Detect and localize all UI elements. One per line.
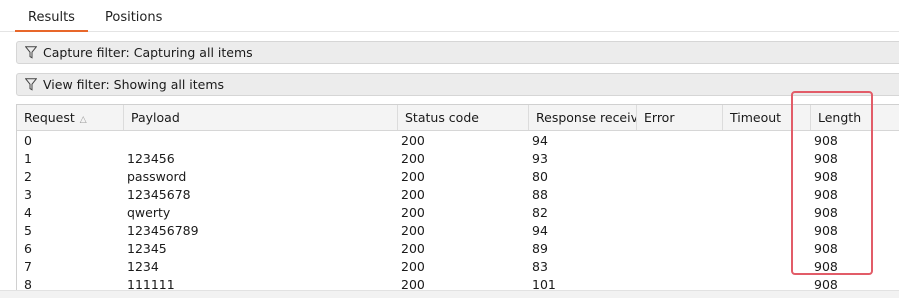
cell-payload: 123456789	[127, 223, 199, 238]
table-row[interactable]: 7 1234 200 83 908	[17, 258, 899, 276]
cell-payload: qwerty	[127, 205, 171, 220]
cell-request: 7	[24, 259, 32, 274]
cell-request: 5	[24, 223, 32, 238]
column-header-status-code[interactable]: Status code	[398, 105, 529, 130]
funnel-icon	[25, 46, 37, 59]
cell-request: 4	[24, 205, 32, 220]
column-header-response-received[interactable]: Response receiv…	[529, 105, 637, 130]
cell-response-received: 94	[532, 133, 548, 148]
tab-bar: Results Positions	[0, 0, 899, 32]
column-header-timeout[interactable]: Timeout	[723, 105, 811, 130]
cell-request: 6	[24, 241, 32, 256]
cell-response-received: 82	[532, 205, 548, 220]
cell-response-received: 83	[532, 259, 548, 274]
cell-status-code: 200	[401, 187, 425, 202]
capture-filter-label: Capture filter: Capturing all items	[43, 45, 253, 60]
cell-length: 908	[814, 205, 838, 220]
cell-status-code: 200	[401, 241, 425, 256]
cell-request: 2	[24, 169, 32, 184]
cell-payload: 1234	[127, 259, 159, 274]
cell-length: 908	[814, 223, 838, 238]
view-filter-label: View filter: Showing all items	[43, 77, 225, 92]
table-header: Request △ Payload Status code Response re…	[17, 105, 899, 131]
cell-response-received: 93	[532, 151, 548, 166]
sort-ascending-icon: △	[79, 115, 87, 125]
table-row[interactable]: 6 12345 200 89 908	[17, 240, 899, 258]
cell-length: 908	[814, 151, 838, 166]
table-row[interactable]: 1 123456 200 93 908	[17, 150, 899, 168]
results-table: Request △ Payload Status code Response re…	[16, 104, 899, 296]
column-header-payload[interactable]: Payload	[124, 105, 398, 130]
cell-status-code: 200	[401, 169, 425, 184]
cell-response-received: 80	[532, 169, 548, 184]
table-row[interactable]: 0 200 94 908	[17, 132, 899, 150]
cell-status-code: 200	[401, 205, 425, 220]
cell-response-received: 94	[532, 223, 548, 238]
cell-payload: 12345678	[127, 187, 191, 202]
funnel-icon	[25, 78, 37, 91]
table-row[interactable]: 4 qwerty 200 82 908	[17, 204, 899, 222]
cell-status-code: 200	[401, 151, 425, 166]
table-body: 0 200 94 908 1 123456 200 93 908 2 password 200 80 90…	[17, 132, 899, 294]
table-row[interactable]: 3 12345678 200 88 908	[17, 186, 899, 204]
cell-payload: password	[127, 169, 187, 184]
cell-payload: 123456	[127, 151, 175, 166]
cell-length: 908	[814, 241, 838, 256]
cell-request: 0	[24, 133, 32, 148]
cell-payload: 12345	[127, 241, 167, 256]
cell-status-code: 200	[401, 259, 425, 274]
column-header-length[interactable]: Length	[811, 105, 899, 130]
column-header-error[interactable]: Error	[637, 105, 723, 130]
cell-length: 908	[814, 169, 838, 184]
cell-length: 908	[814, 187, 838, 202]
tab-positions[interactable]: Positions	[105, 0, 162, 30]
cell-status-code: 200	[401, 133, 425, 148]
cell-request: 3	[24, 187, 32, 202]
column-header-request[interactable]: Request △	[17, 105, 124, 130]
cell-response-received: 89	[532, 241, 548, 256]
cell-status-code: 200	[401, 223, 425, 238]
table-row[interactable]: 5 123456789 200 94 908	[17, 222, 899, 240]
capture-filter-bar[interactable]: Capture filter: Capturing all items	[16, 41, 899, 64]
cell-length: 908	[814, 259, 838, 274]
cell-response-received: 88	[532, 187, 548, 202]
cell-request: 1	[24, 151, 32, 166]
tab-results[interactable]: Results	[15, 0, 88, 32]
view-filter-bar[interactable]: View filter: Showing all items	[16, 73, 899, 96]
table-row[interactable]: 2 password 200 80 908	[17, 168, 899, 186]
cell-length: 908	[814, 133, 838, 148]
